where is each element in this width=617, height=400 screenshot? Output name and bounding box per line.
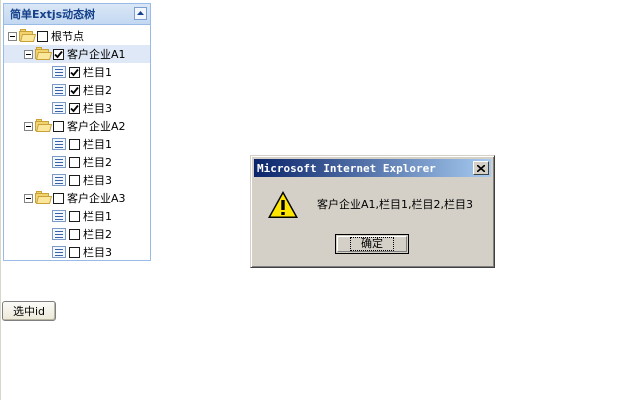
node-label: 客户企业A3 — [67, 192, 126, 205]
tree-leaf-node[interactable]: 栏目3 — [4, 171, 150, 189]
node-label: 栏目1 — [83, 210, 112, 223]
tree-leaf-node[interactable]: 栏目2 — [4, 81, 150, 99]
node-checkbox[interactable] — [69, 174, 80, 186]
document-icon — [52, 246, 66, 258]
ok-button-face: 确定 — [337, 236, 407, 252]
document-icon — [52, 174, 66, 186]
collapse-toggle-icon[interactable] — [24, 49, 33, 59]
node-label: 栏目2 — [83, 84, 112, 97]
close-icon — [477, 164, 485, 172]
node-label: 栏目3 — [83, 174, 112, 187]
node-checkbox[interactable] — [53, 192, 64, 204]
ok-button-label: 确定 — [350, 237, 394, 251]
tree-view: 根节点客户企业A1 栏目1 栏目2 栏目3 客户企业A2 栏目1 栏目2 栏目3 客户企业A3 栏… — [4, 25, 150, 261]
node-checkbox[interactable] — [69, 156, 80, 168]
document-icon — [52, 66, 66, 78]
folder-open-icon — [19, 29, 37, 42]
dialog-ok-button[interactable]: 确定 — [335, 234, 409, 254]
tree-leaf-node[interactable]: 栏目2 — [4, 153, 150, 171]
collapse-toggle-icon[interactable] — [8, 31, 17, 41]
tree-panel-title: 简单Extjs动态树 — [10, 8, 96, 21]
tree-leaf-node[interactable]: 栏目1 — [4, 135, 150, 153]
tree-panel-header: 简单Extjs动态树 — [4, 4, 150, 25]
node-label: 客户企业A1 — [67, 48, 126, 61]
document-icon — [52, 102, 66, 114]
node-label: 栏目1 — [83, 138, 112, 151]
tree-leaf-node[interactable]: 栏目1 — [4, 207, 150, 225]
node-label: 栏目2 — [83, 228, 112, 241]
collapse-tool-button[interactable] — [134, 7, 147, 20]
warning-icon — [268, 191, 298, 218]
node-checkbox[interactable] — [69, 84, 80, 96]
document-icon — [52, 156, 66, 168]
alert-dialog: Microsoft Internet Explorer 客户企业A1,栏目1,栏… — [250, 155, 495, 268]
collapse-toggle-icon[interactable] — [24, 121, 33, 131]
node-checkbox[interactable] — [53, 120, 64, 132]
dialog-titlebar[interactable]: Microsoft Internet Explorer — [254, 159, 491, 177]
select-id-button[interactable]: 选中id — [2, 301, 56, 321]
node-label: 栏目3 — [83, 102, 112, 115]
node-label: 栏目1 — [83, 66, 112, 79]
node-label: 根节点 — [51, 30, 84, 43]
tree-folder-node[interactable]: 根节点 — [4, 27, 150, 45]
node-label: 客户企业A2 — [67, 120, 126, 133]
node-label: 栏目3 — [83, 246, 112, 259]
tree-leaf-node[interactable]: 栏目2 — [4, 225, 150, 243]
collapse-toggle-icon[interactable] — [24, 193, 33, 203]
node-label: 栏目2 — [83, 156, 112, 169]
dialog-title: Microsoft Internet Explorer — [257, 161, 436, 175]
tree-leaf-node[interactable]: 栏目3 — [4, 99, 150, 117]
dialog-close-button[interactable] — [473, 161, 489, 175]
folder-open-icon — [35, 119, 53, 132]
node-checkbox[interactable] — [53, 48, 64, 60]
tree-folder-node[interactable]: 客户企业A3 — [4, 189, 150, 207]
document-icon — [52, 210, 66, 222]
tree-leaf-node[interactable]: 栏目3 — [4, 243, 150, 261]
dialog-message: 客户企业A1,栏目1,栏目2,栏目3 — [317, 198, 474, 211]
document-icon — [52, 228, 66, 240]
document-icon — [52, 138, 66, 150]
page-left-border — [0, 0, 1, 400]
node-checkbox[interactable] — [69, 66, 80, 78]
node-checkbox[interactable] — [69, 210, 80, 222]
tree-panel: 简单Extjs动态树 根节点客户企业A1 栏目1 栏目2 栏目3 客户企业A2 栏目1 栏目… — [3, 3, 151, 261]
tree-folder-node[interactable]: 客户企业A1 — [4, 45, 150, 63]
node-checkbox[interactable] — [69, 246, 80, 258]
folder-open-icon — [35, 47, 53, 60]
node-checkbox[interactable] — [69, 102, 80, 114]
document-icon — [52, 84, 66, 96]
tree-leaf-node[interactable]: 栏目1 — [4, 63, 150, 81]
tree-folder-node[interactable]: 客户企业A2 — [4, 117, 150, 135]
chevron-up-icon — [137, 11, 144, 15]
node-checkbox[interactable] — [37, 30, 48, 42]
node-checkbox[interactable] — [69, 138, 80, 150]
node-checkbox[interactable] — [69, 228, 80, 240]
folder-open-icon — [35, 191, 53, 204]
